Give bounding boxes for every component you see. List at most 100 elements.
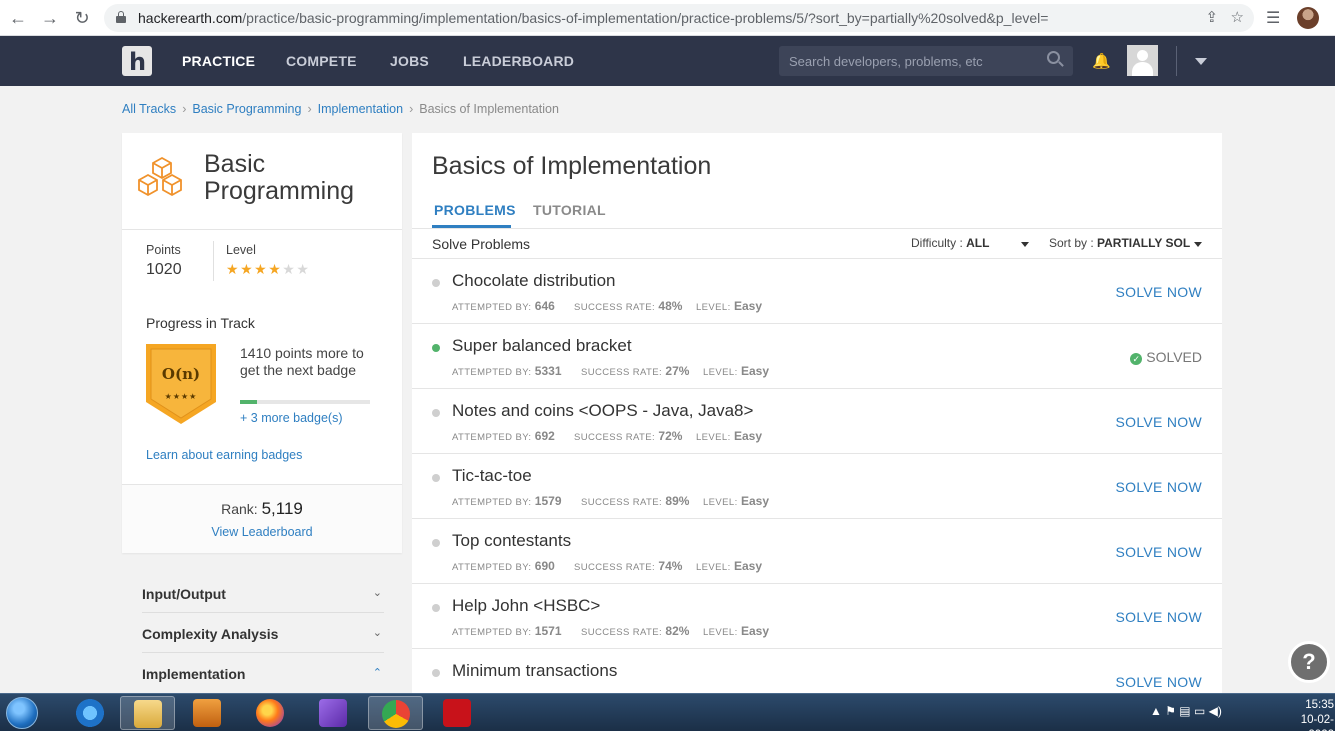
nav-jobs[interactable]: JOBS <box>390 53 429 69</box>
nav-compete[interactable]: COMPETE <box>286 53 357 69</box>
nav-practice[interactable]: PRACTICE <box>182 53 255 69</box>
share-and-bookmark-icons[interactable]: ⇪ ☆ <box>1205 8 1244 26</box>
breadcrumb-basic-programming[interactable]: Basic Programming <box>192 102 301 116</box>
solve-problems-label: Solve Problems <box>432 236 531 252</box>
more-badges-link[interactable]: + 3 more badge(s) <box>240 411 342 425</box>
track-card: Basic Programming Points 1020 Level ★★★★… <box>122 133 402 553</box>
view-leaderboard-link[interactable]: View Leaderboard <box>122 525 402 539</box>
topic-implementation[interactable]: Implementation ⌃ <box>142 653 384 693</box>
search-icon[interactable] <box>1047 51 1065 69</box>
difficulty-level: LEVEL: Easy <box>703 364 769 378</box>
tab-tutorial[interactable]: TUTORIAL <box>533 202 606 218</box>
user-avatar[interactable] <box>1127 45 1158 76</box>
check-icon: ✓ <box>1130 353 1143 365</box>
star-icon: ★ <box>254 261 269 277</box>
problem-row[interactable]: Chocolate distribution ATTEMPTED BY: 646 S… <box>412 259 1222 324</box>
url-text[interactable]: hackerearth.com/practice/basic-programmi… <box>138 10 1048 26</box>
problem-row[interactable]: Notes and coins <OOPS - Java, Java8> ATTE… <box>412 389 1222 454</box>
bell-icon[interactable]: 🔔 <box>1092 52 1111 70</box>
media-icon[interactable]: ☰ <box>1266 8 1280 28</box>
success-rate: SUCCESS RATE: 74% <box>574 559 683 573</box>
taskbar-media[interactable] <box>180 696 235 730</box>
filter-bar: Solve Problems Difficulty : ALL Sort by … <box>412 228 1222 259</box>
level-label: Level <box>226 243 256 257</box>
topic-input-output[interactable]: Input/Output ⌄ <box>142 573 384 613</box>
chevron-down-icon[interactable] <box>1194 242 1202 247</box>
taskbar-explorer[interactable] <box>120 696 175 730</box>
taskbar-ie[interactable] <box>63 696 118 730</box>
success-rate: SUCCESS RATE: 72% <box>574 429 683 443</box>
chevron-down-icon[interactable] <box>1195 58 1207 65</box>
problem-title[interactable]: Tic-tac-toe <box>452 466 532 486</box>
difficulty-level: LEVEL: Easy <box>696 299 762 313</box>
star-icon: ★ <box>282 261 297 277</box>
status-dot <box>432 279 440 287</box>
problem-row[interactable]: Tic-tac-toe ATTEMPTED BY: 1579 SUCCESS RAT… <box>412 454 1222 519</box>
rank-line: Rank: 5,119 <box>221 499 303 518</box>
chevron-down-icon[interactable] <box>1021 242 1029 247</box>
problems-panel: Basics of Implementation PROBLEMS TUTORI… <box>412 133 1222 714</box>
solve-now-button[interactable]: SOLVE NOW <box>1116 674 1202 690</box>
taskbar-chrome[interactable] <box>368 696 423 730</box>
difficulty-level: LEVEL: Easy <box>696 429 762 443</box>
problem-title[interactable]: Notes and coins <OOPS - Java, Java8> <box>452 401 753 421</box>
hackerearth-logo[interactable]: h <box>122 46 152 76</box>
taskbar-acrobat[interactable] <box>430 696 485 730</box>
page-title: Basics of Implementation <box>432 152 712 180</box>
problem-row[interactable]: Super balanced bracket ATTEMPTED BY: 5331… <box>412 324 1222 389</box>
problem-title[interactable]: Help John <HSBC> <box>452 596 600 616</box>
breadcrumb-implementation[interactable]: Implementation <box>318 102 403 116</box>
help-icon[interactable]: ? <box>1288 641 1330 683</box>
badge-progress-text: 1410 points more to get the next badge <box>240 345 364 378</box>
solve-now-button[interactable]: SOLVE NOW <box>1116 609 1202 625</box>
nav-leaderboard[interactable]: LEADERBOARD <box>463 53 574 69</box>
breadcrumb-all-tracks[interactable]: All Tracks <box>122 102 176 116</box>
badge-icon: O(n) ★★★★ <box>146 344 216 424</box>
problem-title[interactable]: Super balanced bracket <box>452 336 632 356</box>
windows-taskbar: ▲ ⚑ ▤ ▭ ◀) 15:3510-02-2022 <box>0 693 1335 731</box>
difficulty-filter[interactable]: Difficulty : ALL <box>911 236 989 250</box>
problem-row[interactable]: Top contestants ATTEMPTED BY: 690 SUCCESS … <box>412 519 1222 584</box>
taskbar-firefox[interactable] <box>243 696 298 730</box>
learn-badges-link[interactable]: Learn about earning badges <box>146 448 302 462</box>
profile-avatar-icon[interactable] <box>1297 7 1319 29</box>
badge-progress-bar <box>240 400 370 404</box>
reload-icon[interactable]: ↻ <box>70 6 94 30</box>
cubes-icon <box>138 156 182 197</box>
attempted-by: ATTEMPTED BY: 1579 <box>452 494 562 508</box>
chevron-down-icon: ⌄ <box>372 587 382 599</box>
solve-now-button[interactable]: SOLVE NOW <box>1116 544 1202 560</box>
browser-toolbar: ← → ↻ hackerearth.com/practice/basic-pro… <box>0 0 1335 36</box>
back-icon[interactable]: ← <box>6 6 30 30</box>
solved-status: ✓ SOLVED <box>1130 349 1202 365</box>
solve-now-button[interactable]: SOLVE NOW <box>1116 479 1202 495</box>
search-input[interactable]: Search developers, problems, etc <box>779 46 1073 76</box>
problem-row[interactable]: Help John <HSBC> ATTEMPTED BY: 1571 SUCCES… <box>412 584 1222 649</box>
star-icon: ★ <box>296 261 311 277</box>
attempted-by: ATTEMPTED BY: 692 <box>452 429 555 443</box>
taskbar-clock[interactable]: 15:3510-02-2022 <box>1276 698 1334 731</box>
chevron-up-icon: ⌃ <box>372 667 382 679</box>
success-rate: SUCCESS RATE: 89% <box>581 494 690 508</box>
problem-title[interactable]: Minimum transactions <box>452 661 617 681</box>
solve-now-button[interactable]: SOLVE NOW <box>1116 284 1202 300</box>
forward-icon[interactable]: → <box>38 6 62 30</box>
header-divider <box>1176 46 1177 76</box>
problem-title[interactable]: Chocolate distribution <box>452 271 615 291</box>
tab-problems[interactable]: PROBLEMS <box>434 202 516 218</box>
lock-icon <box>116 11 126 23</box>
svg-text:O(n): O(n) <box>162 365 200 383</box>
breadcrumb-current: Basics of Implementation <box>419 102 559 116</box>
start-button[interactable] <box>6 697 38 729</box>
star-icon: ★ <box>240 261 255 277</box>
topic-complexity-analysis[interactable]: Complexity Analysis ⌄ <box>142 613 384 653</box>
points-label: Points <box>146 243 181 257</box>
solve-now-button[interactable]: SOLVE NOW <box>1116 414 1202 430</box>
problem-title[interactable]: Top contestants <box>452 531 571 551</box>
system-tray-icons[interactable]: ▲ ⚑ ▤ ▭ ◀) <box>1150 704 1222 718</box>
breadcrumb: All Tracks › Basic Programming › Implementat… <box>122 102 559 116</box>
address-bar[interactable]: hackerearth.com/practice/basic-programmi… <box>104 4 1254 32</box>
sort-filter[interactable]: Sort by : PARTIALLY SOL <box>1049 236 1194 250</box>
success-rate: SUCCESS RATE: 27% <box>581 364 690 378</box>
taskbar-visual-studio[interactable] <box>306 696 361 730</box>
